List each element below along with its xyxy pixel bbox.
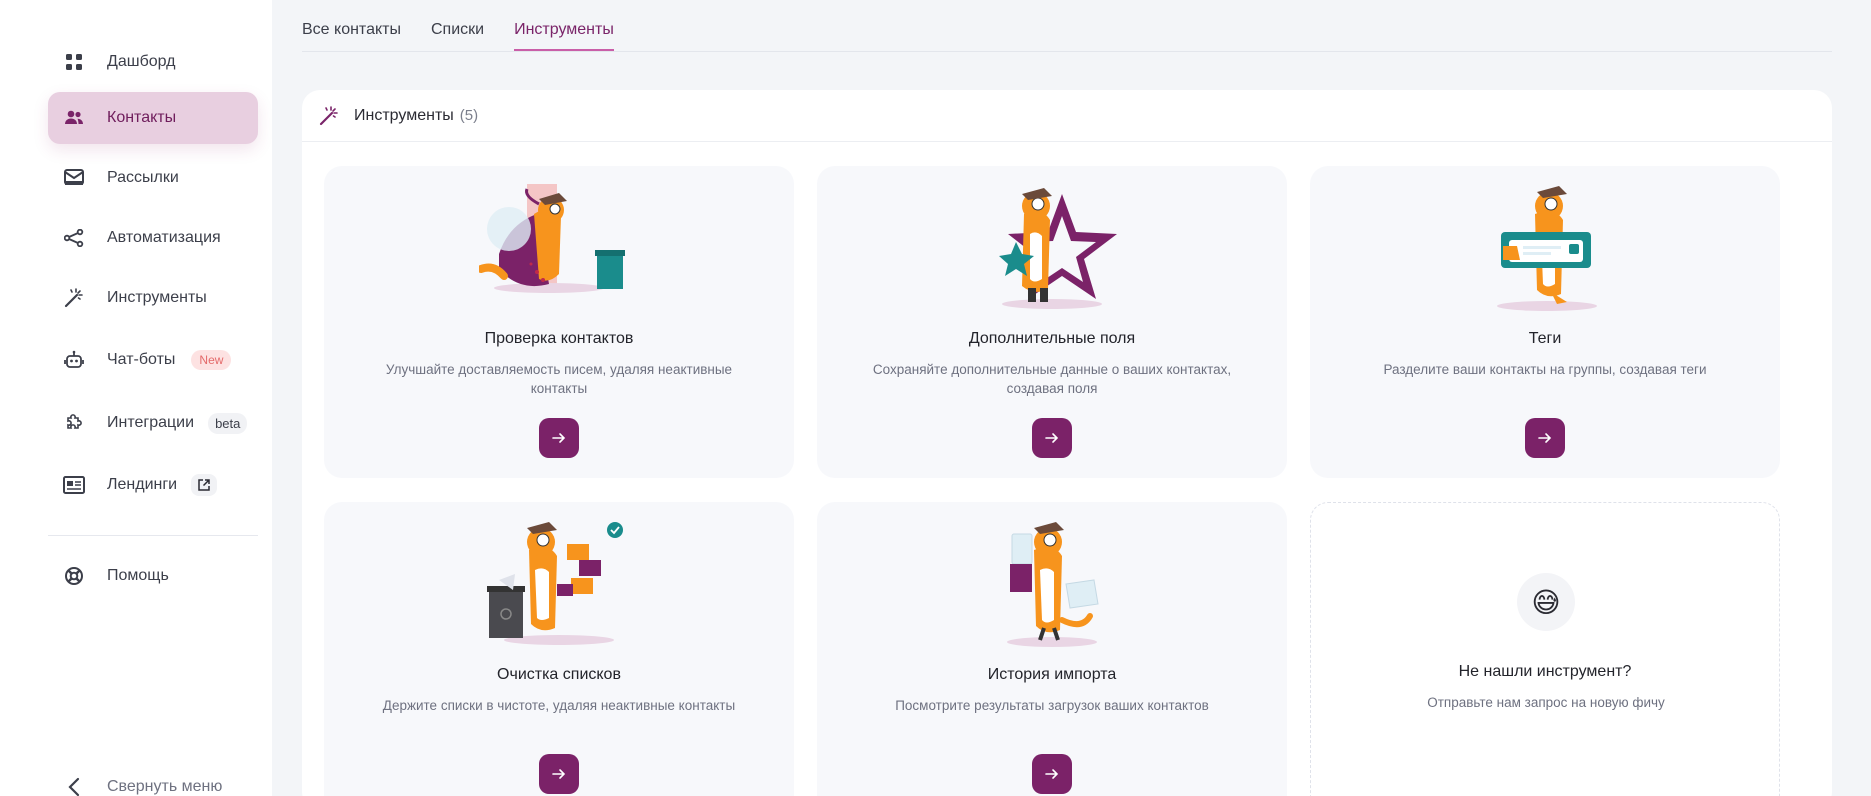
tab-lists[interactable]: Списки bbox=[431, 21, 484, 51]
sidebar-item-label: Рассылки bbox=[107, 169, 179, 186]
chevron-left-icon bbox=[63, 776, 85, 796]
panel-title: Инструменты bbox=[354, 106, 454, 124]
card-description: Улучшайте доставляемость писем, удаляя н… bbox=[385, 362, 733, 396]
open-import-history-button[interactable] bbox=[1032, 754, 1072, 794]
fox-star-illustration bbox=[999, 188, 1117, 309]
robot-icon bbox=[63, 349, 85, 371]
sidebar-item-help[interactable]: Помощь bbox=[48, 550, 258, 602]
sidebar-item-label: Инструменты bbox=[107, 289, 207, 306]
tool-card-tags: Теги Разделите ваши контакты на группы, … bbox=[1310, 166, 1780, 478]
tool-card-list-cleanup: Очистка списков Держите списки в чистоте… bbox=[324, 502, 794, 796]
magic-wand-icon bbox=[63, 287, 85, 309]
sidebar-item-contacts[interactable]: Контакты bbox=[48, 92, 258, 144]
puzzle-icon bbox=[63, 412, 85, 434]
grid-icon bbox=[63, 51, 85, 73]
card-description: Посмотрите результаты загрузок ваших кон… bbox=[895, 698, 1209, 713]
open-custom-fields-button[interactable] bbox=[1032, 418, 1072, 458]
sidebar-item-label: Контакты bbox=[107, 109, 177, 126]
sidebar-item-chatbots[interactable]: Чат-боты New bbox=[48, 334, 258, 386]
arrow-right-icon bbox=[1045, 769, 1059, 779]
fox-list-cleanup-illustration bbox=[487, 522, 623, 645]
card-title: Дополнительные поля bbox=[968, 330, 1136, 347]
share-nodes-icon bbox=[63, 227, 85, 249]
tool-card-custom-fields: Дополнительные поля Сохраняйте дополните… bbox=[817, 166, 1287, 478]
sidebar-item-automation[interactable]: Автоматизация bbox=[48, 212, 258, 264]
card-description: Сохраняйте дополнительные данные о ваших… bbox=[872, 362, 1232, 396]
card-title: Проверка контактов bbox=[484, 330, 634, 347]
tool-card-contact-check: Проверка контактов Улучшайте доставляемо… bbox=[324, 166, 794, 478]
mail-icon bbox=[63, 167, 85, 189]
lifebuoy-icon bbox=[63, 565, 85, 587]
card-title: Очистка списков bbox=[497, 666, 621, 683]
tools-count: (5) bbox=[459, 107, 479, 124]
arrow-right-icon bbox=[1045, 433, 1059, 443]
card-title: История импорта bbox=[987, 666, 1117, 683]
tab-tools[interactable]: Инструменты bbox=[514, 21, 614, 51]
sweat-smile-emoji-icon: 😅 bbox=[1517, 573, 1575, 631]
arrow-right-icon bbox=[552, 433, 566, 443]
arrow-right-icon bbox=[1538, 433, 1552, 443]
sidebar-item-label: Лендинги bbox=[107, 476, 178, 493]
sidebar-item-tools[interactable]: Инструменты bbox=[48, 272, 258, 324]
panel-header: Инструменты (5) bbox=[302, 90, 1832, 142]
landing-icon bbox=[63, 474, 85, 496]
collapse-menu-label: Свернуть меню bbox=[107, 778, 223, 795]
sidebar-item-integrations[interactable]: Интеграции beta bbox=[48, 397, 258, 449]
request-feature-card[interactable]: 😅 Не нашли инструмент? Отправьте нам зап… bbox=[1310, 502, 1780, 796]
main-content: Все контакты Списки Инструменты Инструме… bbox=[272, 0, 1871, 796]
tab-bar: Все контакты Списки Инструменты bbox=[302, 0, 1832, 52]
fox-tag-illustration bbox=[1497, 186, 1597, 311]
sidebar-item-dashboard[interactable]: Дашборд bbox=[48, 36, 258, 88]
sidebar-item-label: Интеграции bbox=[107, 414, 195, 431]
card-description: Разделите ваши контакты на группы, созда… bbox=[1383, 362, 1707, 377]
sidebar-item-label: Чат-боты bbox=[107, 351, 176, 368]
new-badge: New bbox=[191, 350, 232, 370]
collapse-menu-button[interactable]: Свернуть меню bbox=[48, 761, 258, 796]
tools-panel: Инструменты (5) Проверка контактов Улучш… bbox=[302, 90, 1832, 796]
open-list-cleanup-button[interactable] bbox=[539, 754, 579, 794]
sidebar-divider bbox=[48, 535, 258, 536]
sidebar-item-label: Помощь bbox=[107, 567, 169, 584]
magic-wand-icon bbox=[318, 105, 340, 127]
fox-import-illustration bbox=[1007, 522, 1099, 647]
external-link-icon[interactable] bbox=[191, 474, 218, 496]
sidebar-item-landings[interactable]: Лендинги bbox=[48, 459, 258, 511]
card-title: Теги bbox=[1528, 330, 1562, 347]
arrow-right-icon bbox=[552, 769, 566, 779]
beta-badge: beta bbox=[208, 412, 248, 434]
request-card-title: Не нашли инструмент? bbox=[1458, 663, 1632, 680]
tool-card-import-history: История импорта Посмотрите результаты за… bbox=[817, 502, 1287, 796]
open-tags-button[interactable] bbox=[1525, 418, 1565, 458]
sidebar: Дашборд Контакты Рассылки Автоматизация bbox=[0, 0, 272, 796]
open-contact-check-button[interactable] bbox=[539, 418, 579, 458]
card-description: Держите списки в чистоте, удаляя неактив… bbox=[382, 698, 736, 713]
request-card-description: Отправьте нам запрос на новую фичу bbox=[1427, 695, 1665, 710]
sidebar-item-campaigns[interactable]: Рассылки bbox=[48, 152, 258, 204]
fox-cleaning-illustration bbox=[479, 184, 625, 293]
sidebar-item-label: Дашборд bbox=[107, 53, 176, 70]
users-icon bbox=[63, 107, 85, 129]
sidebar-item-label: Автоматизация bbox=[107, 229, 221, 246]
tab-all-contacts[interactable]: Все контакты bbox=[302, 21, 401, 51]
